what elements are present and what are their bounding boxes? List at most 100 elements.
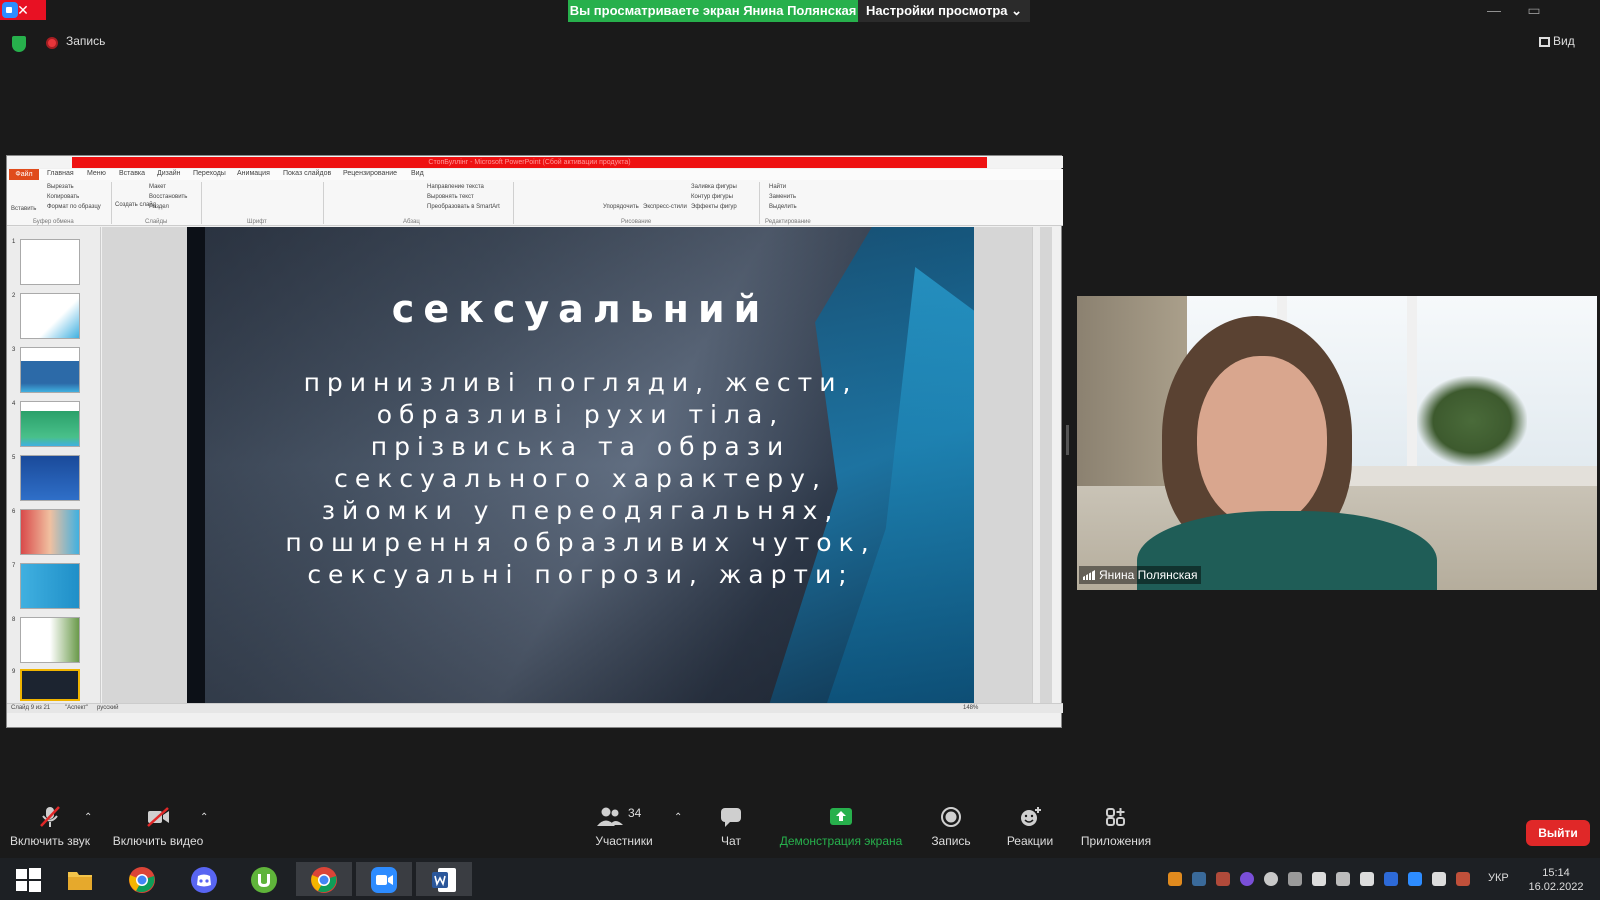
vertical-scrollbar[interactable] xyxy=(1032,227,1040,703)
view-button[interactable]: Вид xyxy=(1553,34,1575,48)
bluetooth-icon[interactable] xyxy=(1384,872,1398,886)
tab-design[interactable]: Дизайн xyxy=(157,170,181,177)
slide-thumbnail[interactable] xyxy=(20,239,80,285)
format-painter-button[interactable]: Формат по образцу xyxy=(47,204,101,210)
steam-icon[interactable] xyxy=(1192,872,1206,886)
tab-file[interactable]: Файл xyxy=(9,169,39,180)
slide-body-line: поширення образливих чуток, xyxy=(285,528,876,557)
zoom-tray-icon[interactable] xyxy=(1408,872,1422,886)
audio-options-caret[interactable]: ⌃ xyxy=(84,812,92,823)
copy-button[interactable]: Копировать xyxy=(47,194,79,200)
shape-effects-button[interactable]: Эффекты фигур xyxy=(691,204,737,210)
slide-thumbnail[interactable] xyxy=(20,347,80,393)
participants-options-caret[interactable]: ⌃ xyxy=(674,812,682,823)
taskbar-chrome[interactable] xyxy=(114,862,170,896)
section-button[interactable]: Раздел xyxy=(149,204,169,210)
find-button[interactable]: Найти xyxy=(769,184,786,190)
tab-slideshow[interactable]: Показ слайдов xyxy=(283,170,331,177)
taskbar-clock[interactable]: 15:14 16.02.2022 xyxy=(1526,866,1586,894)
apps-button[interactable]: Приложения xyxy=(1076,806,1156,848)
select-button[interactable]: Выделить xyxy=(769,204,797,210)
slide-thumbnail[interactable] xyxy=(20,401,80,447)
taskbar-explorer[interactable] xyxy=(52,862,108,896)
share-screen-button[interactable]: Демонстрация экрана xyxy=(776,806,906,848)
replace-button[interactable]: Заменить xyxy=(769,194,796,200)
tray-app-icon[interactable] xyxy=(1456,872,1470,886)
video-options-caret[interactable]: ⌃ xyxy=(200,812,208,823)
tray-app-icon[interactable] xyxy=(1216,872,1230,886)
smartart-button[interactable]: Преобразовать в SmartArt xyxy=(427,204,500,210)
ribbon-divider xyxy=(201,182,202,224)
start-video-button[interactable]: Включить видео xyxy=(112,806,204,848)
slide-body-line: зйомки у переодягальнях, xyxy=(321,496,840,525)
chrome-icon xyxy=(128,866,156,894)
arrange-button[interactable]: Упорядочить xyxy=(603,204,639,210)
shape-fill-button[interactable]: Заливка фигуры xyxy=(691,184,737,190)
maximize-button[interactable]: ▭ xyxy=(1514,0,1554,20)
slide-thumbnail[interactable] xyxy=(20,455,80,501)
participants-button[interactable]: 34 Участники xyxy=(588,806,660,848)
reset-button[interactable]: Восстановить xyxy=(149,194,187,200)
language-status[interactable]: русский xyxy=(97,705,119,711)
clock-time: 15:14 xyxy=(1542,867,1570,879)
tab-review[interactable]: Рецензирование xyxy=(343,170,397,177)
chat-button[interactable]: Чат xyxy=(706,806,756,848)
participant-video-tile[interactable]: Янина Полянская xyxy=(1077,296,1597,590)
word-icon xyxy=(430,866,458,894)
tab-menu[interactable]: Меню xyxy=(87,170,106,177)
slide-thumbnail[interactable] xyxy=(20,293,80,339)
record-button[interactable]: Запись xyxy=(924,806,978,848)
zoom-level[interactable]: 148% xyxy=(963,705,978,711)
slide-body-text: принизливі погляди, жести, образливі рух… xyxy=(187,367,974,591)
tray-app-icon[interactable] xyxy=(1432,872,1446,886)
tab-transitions[interactable]: Переходы xyxy=(193,170,226,177)
unmute-button[interactable]: Включить звук xyxy=(8,806,92,848)
thumb-number: 9 xyxy=(12,669,16,675)
panel-splitter-handle[interactable] xyxy=(1066,425,1069,455)
ppt-ribbon-tabs: Файл Главная Меню Вставка Дизайн Переход… xyxy=(7,169,1063,180)
text-direction-button[interactable]: Направление текста xyxy=(427,184,484,190)
discord-icon xyxy=(190,866,218,894)
layout-button[interactable]: Макет xyxy=(149,184,166,190)
recording-label[interactable]: Запись xyxy=(66,34,105,48)
taskbar-discord[interactable] xyxy=(176,862,232,896)
taskbar-word-active[interactable] xyxy=(416,862,472,896)
input-language-indicator[interactable]: УКР xyxy=(1488,872,1509,884)
record-icon xyxy=(939,806,963,828)
shape-outline-button[interactable]: Контур фигуры xyxy=(691,194,733,200)
current-slide[interactable]: сексуальний принизливі погляди, жести, о… xyxy=(187,227,974,703)
start-button[interactable] xyxy=(0,862,56,896)
taskbar-chrome-active[interactable] xyxy=(296,862,352,896)
tray-app-icon[interactable] xyxy=(1264,872,1278,886)
tab-view[interactable]: Вид xyxy=(411,170,424,177)
leave-meeting-button[interactable]: Выйти xyxy=(1526,820,1590,846)
align-text-button[interactable]: Выровнять текст xyxy=(427,194,474,200)
taskbar-zoom-active[interactable] xyxy=(356,862,412,896)
viber-icon[interactable] xyxy=(1240,872,1254,886)
quick-styles-button[interactable]: Экспресс-стили xyxy=(643,204,687,210)
screen-share-banner: Вы просматриваете экран Янина Полянская xyxy=(568,0,858,22)
chrome-icon xyxy=(310,866,338,894)
tray-app-icon[interactable] xyxy=(1288,872,1302,886)
tab-animation[interactable]: Анимация xyxy=(237,170,270,177)
slide-thumbnail-selected[interactable] xyxy=(20,669,80,701)
tray-app-icon[interactable] xyxy=(1168,872,1182,886)
slide-thumbnail[interactable] xyxy=(20,617,80,663)
shield-icon[interactable] xyxy=(12,36,26,52)
volume-icon[interactable] xyxy=(1360,872,1374,886)
cut-button[interactable]: Вырезать xyxy=(47,184,74,190)
slide-thumbnail[interactable] xyxy=(20,509,80,555)
slide-thumbnail[interactable] xyxy=(20,563,80,609)
grid-view-icon[interactable] xyxy=(1539,37,1550,47)
tab-insert[interactable]: Вставка xyxy=(119,170,145,177)
paste-button[interactable]: Вставить xyxy=(11,206,36,212)
reactions-button[interactable]: Реакции xyxy=(1000,806,1060,848)
tray-app-icon[interactable] xyxy=(1336,872,1350,886)
network-icon[interactable] xyxy=(1312,872,1326,886)
view-options-button[interactable]: Настройки просмотра ⌄ xyxy=(858,0,1030,22)
taskbar-utorrent[interactable] xyxy=(236,862,292,896)
tab-home[interactable]: Главная xyxy=(47,170,74,177)
minimize-button[interactable]: — xyxy=(1474,0,1514,20)
zoom-top-bar: Вы просматриваете экран Янина Полянская … xyxy=(0,0,1600,22)
apps-icon xyxy=(1104,806,1128,828)
